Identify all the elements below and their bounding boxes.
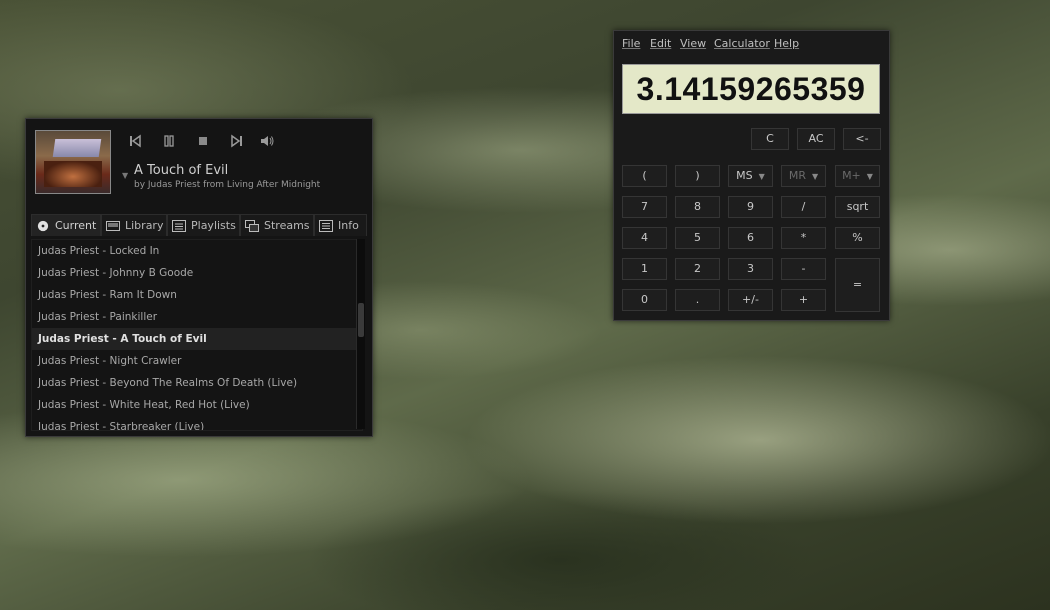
stop-icon[interactable] [194,133,212,151]
menu-help[interactable]: Help [774,37,799,50]
digit-5-button[interactable]: 5 [675,227,720,249]
disc-icon [37,220,49,232]
memory-store-button[interactable]: MS ▼ [728,165,773,187]
display-value: 3.14159265359 [636,71,866,107]
menu-bar: File Edit View Calculator Help [614,31,889,55]
list-item-now-playing[interactable]: Judas Priest - A Touch of Evil [32,328,362,350]
list-item[interactable]: Judas Priest - White Heat, Red Hot (Live… [32,394,362,416]
streams-icon [245,220,259,232]
left-paren-button[interactable]: ( [622,165,667,187]
digit-4-button[interactable]: 4 [622,227,667,249]
digit-7-button[interactable]: 7 [622,196,667,218]
digit-6-button[interactable]: 6 [728,227,773,249]
list-item[interactable]: Judas Priest - Starbreaker (Live) [32,416,362,430]
chevron-down-icon: ▼ [758,172,765,181]
library-icon [106,221,120,231]
menu-view[interactable]: View [680,37,706,50]
tab-current-label: Current [55,219,97,232]
volume-icon[interactable] [258,133,276,151]
scrollbar-thumb[interactable] [358,303,364,337]
calculator-display: 3.14159265359 [622,64,880,114]
album-cover[interactable] [35,130,111,194]
tab-playlists-label: Playlists [191,219,236,232]
divide-button[interactable]: / [781,196,826,218]
menu-file[interactable]: File [622,37,640,50]
tab-library-label: Library [125,219,164,232]
music-player-window: ▼ A Touch of Evil by Judas Priest from L… [25,118,373,437]
playlist-view: Judas Priest - Locked In Judas Priest - … [31,239,363,431]
track-title: A Touch of Evil [134,163,229,178]
all-clear-button[interactable]: AC [797,128,835,150]
player-tabs: Current Library Playlists Streams Info [31,214,367,236]
tab-info-label: Info [338,219,359,232]
digit-3-button[interactable]: 3 [728,258,773,280]
tab-library[interactable]: Library [101,214,167,236]
add-button[interactable]: + [781,289,826,311]
menu-calculator[interactable]: Calculator [714,37,770,50]
digit-0-button[interactable]: 0 [622,289,667,311]
expand-arrow-icon[interactable]: ▼ [122,171,128,180]
digit-1-button[interactable]: 1 [622,258,667,280]
tab-streams[interactable]: Streams [240,214,314,236]
chevron-down-icon: ▼ [866,172,873,181]
chevron-down-icon: ▼ [811,172,819,181]
album-cover-logo [52,139,102,157]
next-icon[interactable] [228,133,246,151]
digit-8-button[interactable]: 8 [675,196,720,218]
list-item[interactable]: Judas Priest - Night Crawler [32,350,362,372]
equals-button[interactable]: = [835,258,880,312]
memory-recall-label: MR [788,169,806,182]
album-cover-art [44,161,102,187]
list-item[interactable]: Judas Priest - Johnny B Goode [32,262,362,284]
track-subtitle: by Judas Priest from Living After Midnig… [134,180,321,190]
digit-2-button[interactable]: 2 [675,258,720,280]
menu-edit[interactable]: Edit [650,37,671,50]
tab-streams-label: Streams [264,219,310,232]
list-item[interactable]: Judas Priest - Ram It Down [32,284,362,306]
decimal-point-button[interactable]: . [675,289,720,311]
clear-button[interactable]: C [751,128,789,150]
info-icon [319,220,333,232]
multiply-button[interactable]: * [781,227,826,249]
list-item[interactable]: Judas Priest - Painkiller [32,306,362,328]
tab-playlists[interactable]: Playlists [167,214,240,236]
memory-add-label: M+ [842,169,861,182]
list-item[interactable]: Judas Priest - Locked In [32,240,362,262]
backspace-button[interactable]: <- [843,128,881,150]
previous-icon[interactable] [126,133,144,151]
subtract-button[interactable]: - [781,258,826,280]
memory-recall-button: MR ▼ [781,165,826,187]
calculator-window: File Edit View Calculator Help 3.1415926… [613,30,890,321]
pause-icon[interactable] [160,133,178,151]
tab-current[interactable]: Current [31,214,101,236]
sqrt-button[interactable]: sqrt [835,196,880,218]
percent-button[interactable]: % [835,227,880,249]
right-paren-button[interactable]: ) [675,165,720,187]
list-item[interactable]: Judas Priest - Beyond The Realms Of Deat… [32,372,362,394]
tab-info[interactable]: Info [314,214,367,236]
memory-add-button: M+ ▼ [835,165,880,187]
memory-store-label: MS [736,169,753,182]
playlist-icon [172,220,186,232]
digit-9-button[interactable]: 9 [728,196,773,218]
playlist-scrollbar[interactable] [356,239,365,429]
negate-button[interactable]: +/- [728,289,773,311]
